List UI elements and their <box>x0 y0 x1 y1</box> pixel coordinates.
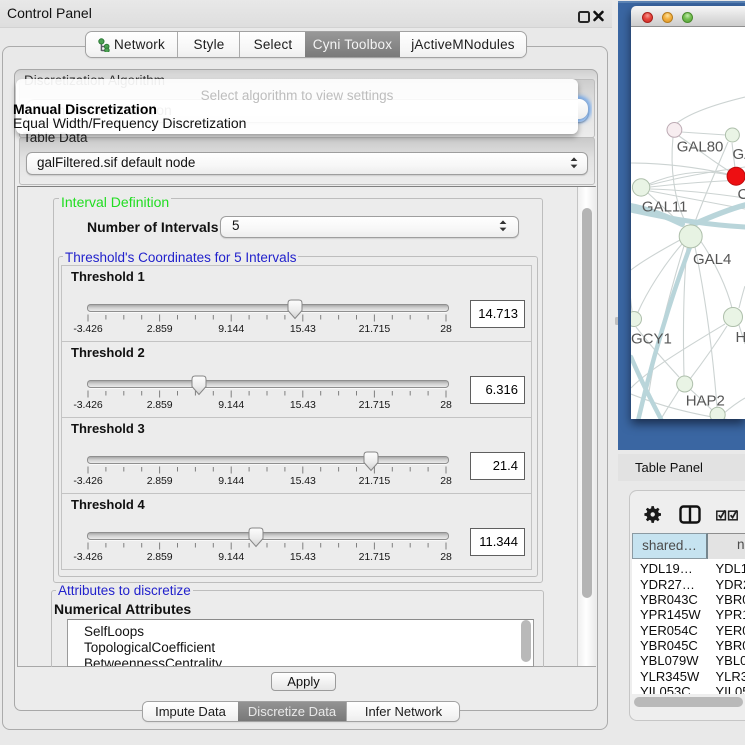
svg-text:GAL…: GAL… <box>733 146 745 163</box>
svg-text:GAL4: GAL4 <box>693 251 731 268</box>
svg-text:GAL80: GAL80 <box>677 139 724 156</box>
svg-text:GAL11: GAL11 <box>642 199 688 216</box>
svg-text:H: H <box>736 329 745 346</box>
svg-text:GCY1: GCY1 <box>631 331 672 348</box>
svg-text:HAP2: HAP2 <box>686 393 725 410</box>
svg-text:C…: C… <box>738 186 745 203</box>
